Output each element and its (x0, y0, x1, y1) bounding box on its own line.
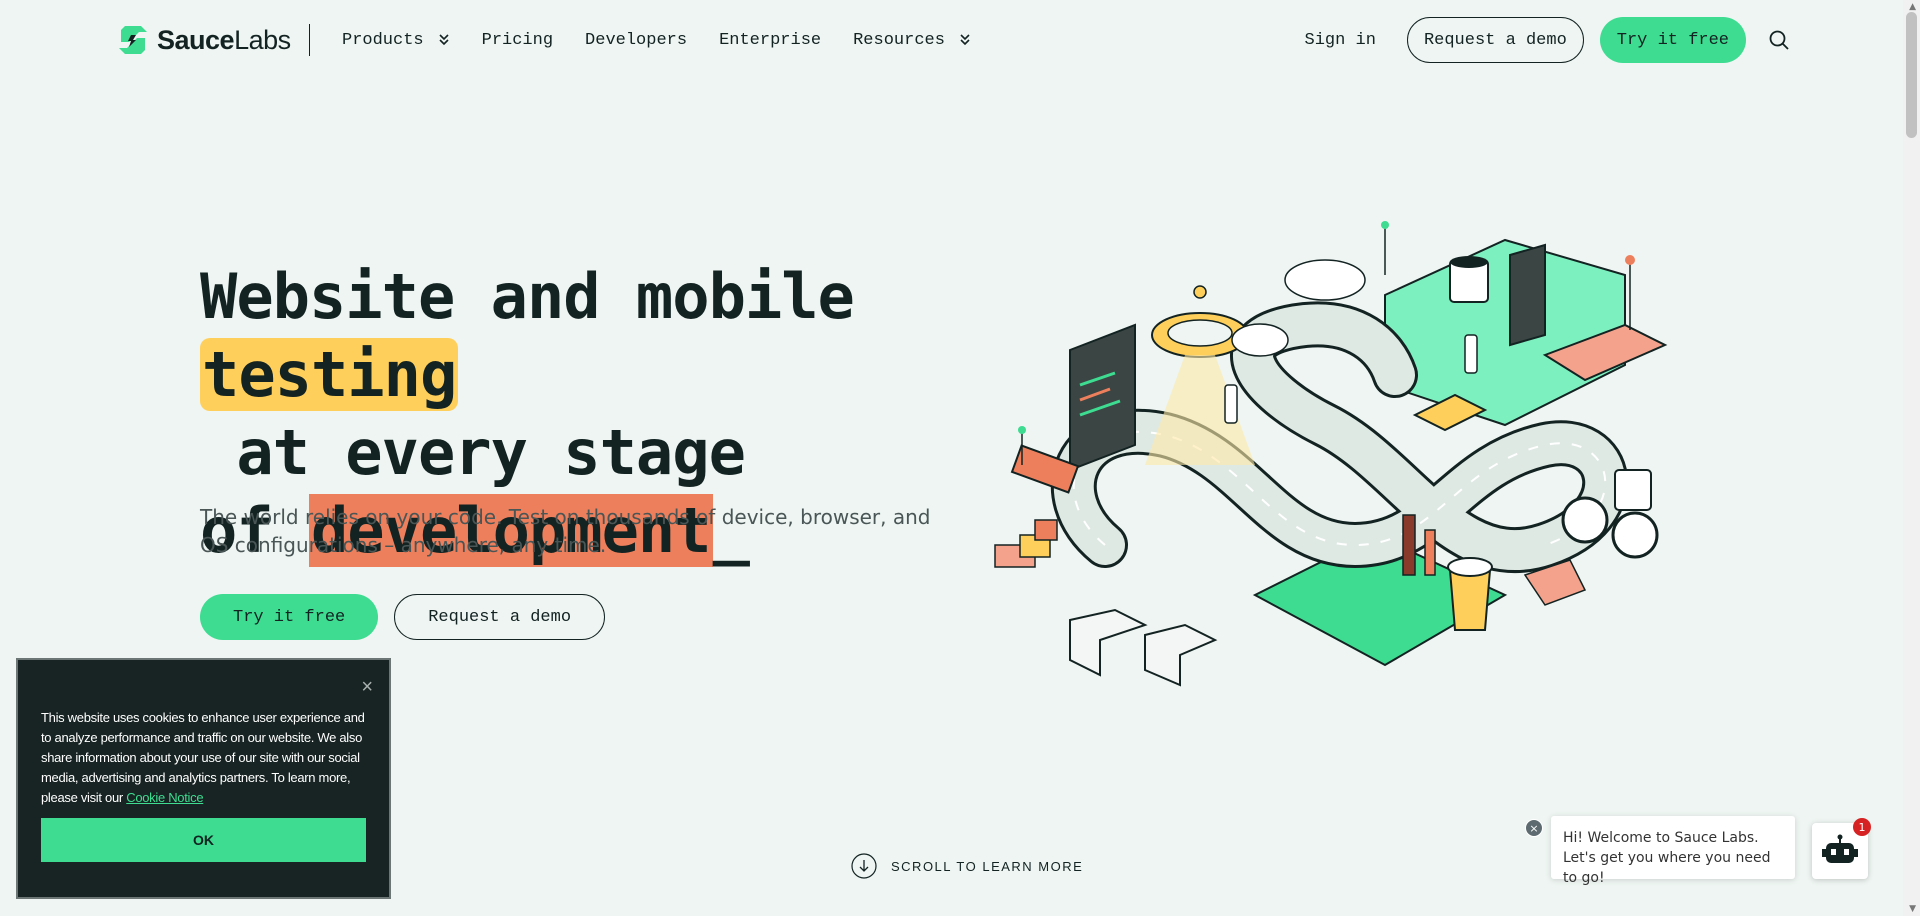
hero-try-free-button[interactable]: Try it free (200, 594, 379, 640)
page-scrollbar[interactable]: ▲ ▼ (1903, 0, 1920, 916)
nav-item-enterprise[interactable]: Enterprise (719, 26, 821, 54)
nav-item-label: Pricing (481, 30, 554, 50)
nav-item-products[interactable]: Products (342, 26, 450, 54)
nav-item-label: Products (342, 30, 424, 50)
double-chevron-down-icon (439, 34, 449, 46)
cookie-notice-link[interactable]: Cookie Notice (126, 790, 203, 805)
saucelabs-logo-icon (117, 24, 149, 56)
scroll-up-icon[interactable]: ▲ (1909, 2, 1916, 12)
nav-item-label: Developers (585, 30, 688, 50)
scroll-down-icon[interactable]: ▼ (1909, 904, 1916, 914)
hero-request-demo-button[interactable]: Request a demo (394, 594, 606, 640)
cookie-banner: × This website uses cookies to enhance u… (16, 658, 391, 899)
hero-subtitle: The world relies on your code. Test on t… (200, 505, 931, 557)
request-demo-button[interactable]: Request a demo (1406, 17, 1584, 63)
nav-item-label: Enterprise (719, 30, 822, 50)
nav-item-pricing[interactable]: Pricing (482, 26, 553, 54)
robot-icon (1822, 834, 1858, 863)
try-free-button[interactable]: Try it free (1599, 17, 1746, 63)
scroll-to-learn-more[interactable]: SCROLL TO LEARN MORE (851, 853, 1083, 879)
arrow-down-circle-icon (851, 853, 877, 879)
cookie-close-icon[interactable]: × (361, 677, 373, 697)
hero-cta-group: Try it free Request a demo (200, 594, 606, 640)
scroll-hint-label: SCROLL TO LEARN MORE (891, 858, 1084, 874)
logo-wordmark: SauceLabs (157, 24, 291, 55)
hero-highlight-testing: testing (200, 338, 459, 411)
chat-dismiss-icon[interactable]: × (1525, 819, 1543, 837)
saucelabs-logo[interactable]: SauceLabs (117, 22, 291, 58)
hero-title-line2: at every stage (200, 416, 746, 489)
double-chevron-down-icon (960, 34, 970, 46)
hero-title-line1: Website and mobile (200, 260, 855, 333)
nav-divider (309, 24, 310, 56)
cookie-text: This website uses cookies to enhance use… (41, 708, 371, 808)
hero-illustration (994, 221, 1668, 687)
scrollbar-thumb[interactable] (1906, 12, 1917, 138)
main-menu: Products Pricing Developers Enterprise R… (342, 26, 1003, 54)
sign-in-link[interactable]: Sign in (1305, 31, 1376, 50)
nav-item-label: Resources (853, 30, 945, 50)
top-navigation: SauceLabs Products Pricing Developers En… (0, 0, 1920, 80)
nav-item-resources[interactable]: Resources (853, 26, 971, 54)
chat-welcome-bubble[interactable]: Hi! Welcome to Sauce Labs. Let's get you… (1551, 816, 1795, 886)
nav-item-developers[interactable]: Developers (585, 26, 687, 54)
cookie-ok-button[interactable]: OK (41, 818, 366, 862)
search-icon[interactable] (1768, 29, 1790, 51)
nav-actions: Sign in Request a demo Try it free (1305, 17, 1790, 63)
chat-notification-badge: 1 (1853, 818, 1871, 836)
